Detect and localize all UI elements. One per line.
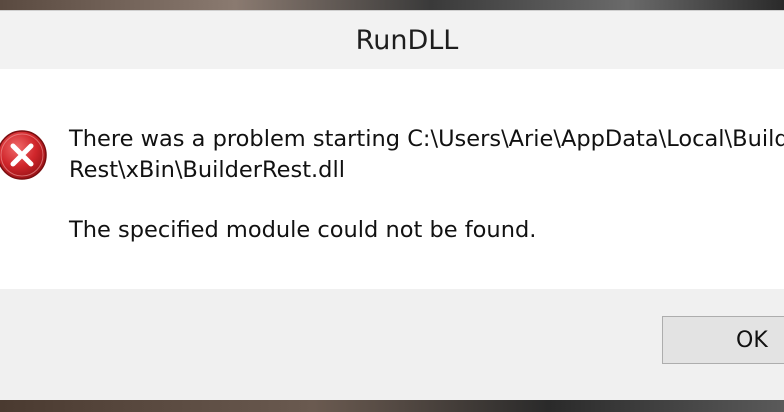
- error-message-line-1: There was a problem starting C:\Users\Ar…: [69, 126, 784, 152]
- dialog-title: RunDLL: [355, 24, 459, 56]
- error-detail: The specified module could not be found.: [69, 217, 537, 243]
- desktop-background-bottom: [0, 400, 784, 412]
- ok-button[interactable]: OK: [662, 316, 784, 364]
- button-bar: OK: [0, 289, 784, 403]
- error-message-line-2: Rest\xBin\BuilderRest.dll: [69, 157, 345, 183]
- title-bar[interactable]: RunDLL: [0, 11, 784, 69]
- error-message: There was a problem starting C:\Users\Ar…: [69, 124, 784, 186]
- message-area: There was a problem starting C:\Users\Ar…: [0, 69, 784, 289]
- rundll-error-dialog: RunDLL There was a problem starting C:\U…: [0, 10, 784, 403]
- error-icon: [0, 130, 47, 180]
